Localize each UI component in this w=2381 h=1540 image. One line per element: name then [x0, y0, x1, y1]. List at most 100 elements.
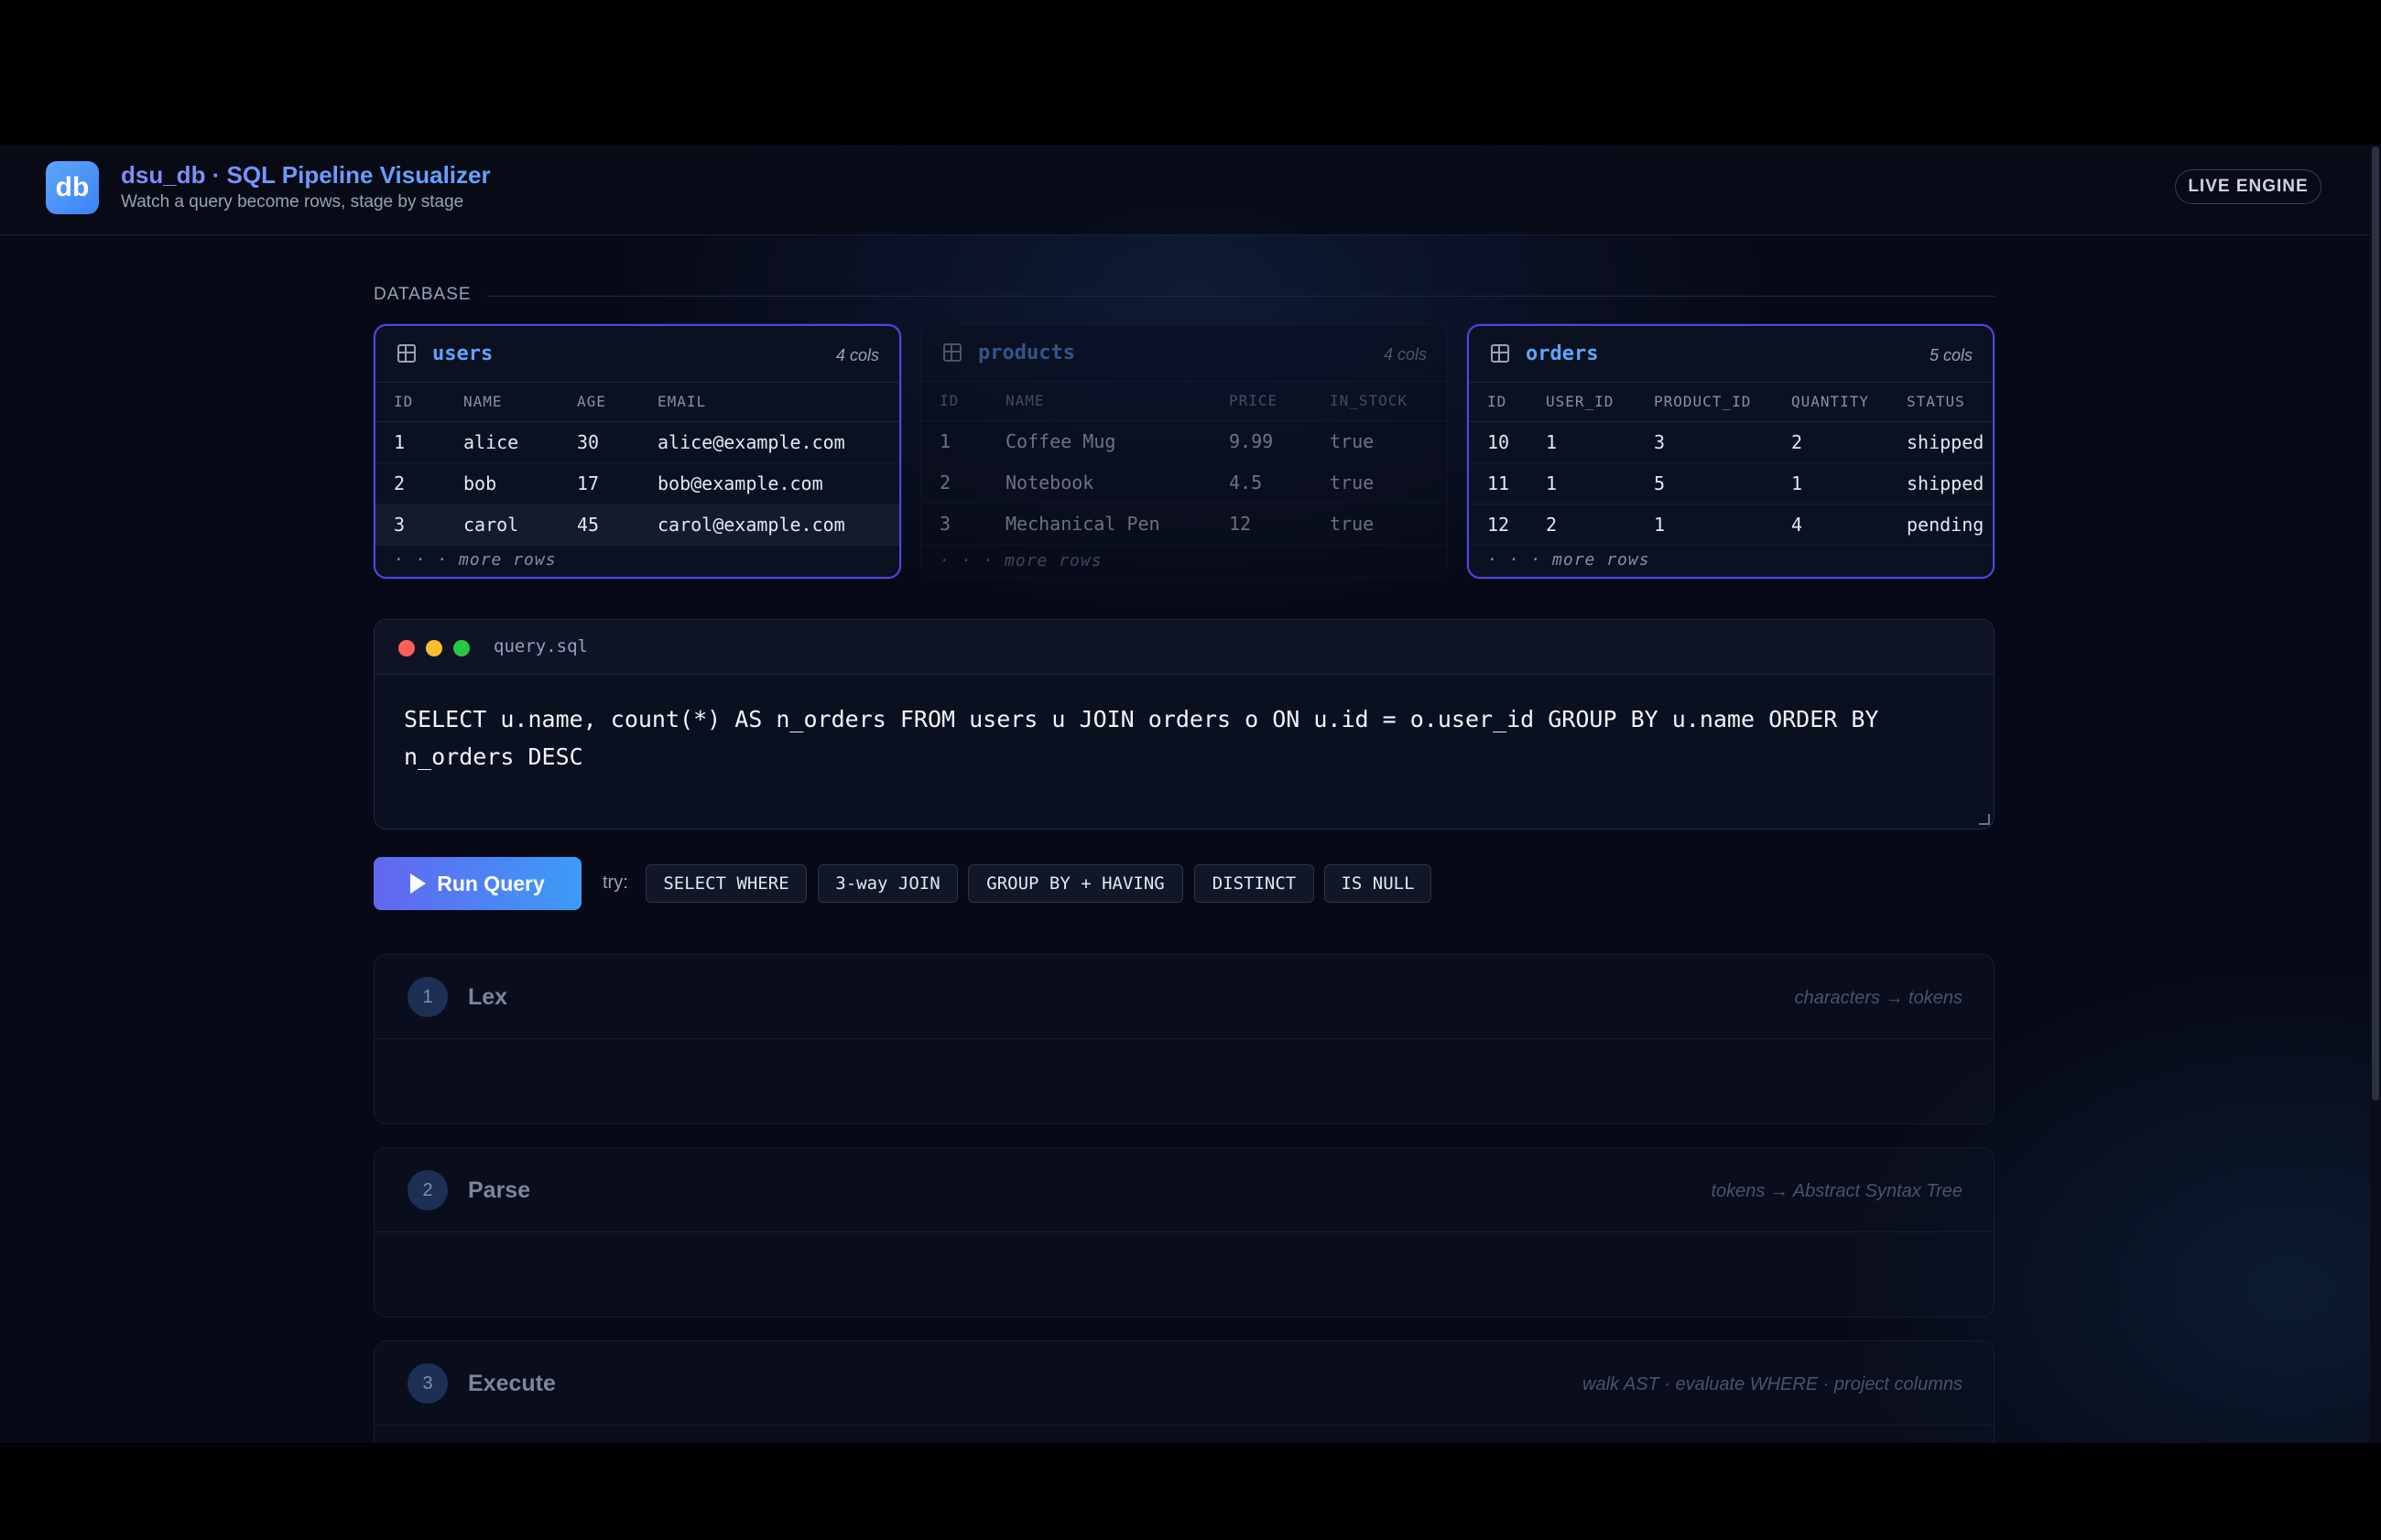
table-card-users[interactable]: users 4 cols ID NAME AGE EMAIL 1 alice 3… — [374, 324, 901, 579]
table-cell: 3 — [1636, 421, 1773, 463]
more-rows-label: · · · more rows — [394, 550, 557, 569]
table-cell: alice — [445, 421, 559, 463]
table-card-products[interactable]: products 4 cols ID NAME PRICE IN_STOCK 1… — [920, 324, 1448, 579]
window-minimize-dot — [426, 640, 442, 656]
table-row: 10 1 3 2 shipped — [1469, 421, 1993, 463]
table-cell: 3 — [921, 503, 987, 545]
table-cell: carol@example.com — [639, 504, 899, 546]
table-cell: 3 — [375, 504, 445, 546]
query-editor: query.sql SELECT u.name, count(*) AS n_o… — [374, 619, 1995, 830]
column-header: AGE — [559, 383, 639, 422]
column-header: IN_STOCK — [1311, 382, 1447, 421]
example-distinct[interactable]: DISTINCT — [1194, 864, 1314, 903]
play-icon — [410, 873, 427, 894]
table-column-count: 4 cols — [1383, 345, 1427, 363]
stage-header: 1 Lex characters → tokens — [375, 955, 1994, 1039]
table-cell: shipped — [1888, 462, 1993, 504]
table-grid-icon — [1491, 344, 1509, 363]
table-cell: 1 — [1528, 462, 1636, 504]
table-cell: 2 — [921, 461, 987, 504]
stage-parse: 2 Parse tokens → Abstract Syntax Tree — [374, 1147, 1995, 1318]
table-grid-icon — [397, 344, 416, 363]
table-cell: 10 — [1469, 421, 1528, 463]
table-cell: 1 — [1636, 504, 1773, 546]
app-subtitle: Watch a query become rows, stage by stag… — [121, 192, 464, 211]
example-select-where[interactable]: SELECT WHERE — [646, 864, 807, 903]
table-preview: ID NAME AGE EMAIL 1 alice 30 alice@examp… — [375, 383, 899, 546]
stage-number: 3 — [408, 1363, 448, 1404]
table-row: 1 Coffee Mug 9.99 true — [921, 420, 1447, 462]
table-row: 2 bob 17 bob@example.com — [375, 462, 899, 504]
table-cell: Coffee Mug — [987, 420, 1211, 462]
table-cell: 4.5 — [1211, 461, 1311, 504]
table-cell: alice@example.com — [639, 421, 899, 463]
window-maximize-dot — [453, 640, 470, 656]
table-cell: 2 — [1773, 421, 1888, 463]
table-cell: 17 — [559, 462, 639, 504]
example-group-by-having[interactable]: GROUP BY + HAVING — [968, 864, 1183, 903]
column-header: NAME — [987, 382, 1211, 421]
column-header: ID — [1469, 383, 1528, 422]
stage-number: 1 — [408, 977, 448, 1017]
table-cell: 1 — [1528, 421, 1636, 463]
live-engine-badge: LIVE ENGINE — [2175, 169, 2321, 204]
table-cell: 12 — [1211, 503, 1311, 545]
section-divider — [487, 296, 1995, 297]
column-header: QUANTITY — [1773, 383, 1888, 422]
table-cell: 12 — [1469, 504, 1528, 546]
run-query-button[interactable]: Run Query — [374, 857, 582, 910]
scrollbar-thumb[interactable] — [2372, 146, 2379, 1101]
resize-handle-icon[interactable] — [1979, 814, 1990, 825]
table-card-orders[interactable]: orders 5 cols ID USER_ID PRODUCT_ID QUAN… — [1467, 324, 1995, 579]
table-header-row: ID NAME PRICE IN_STOCK — [921, 382, 1447, 421]
vertical-scrollbar[interactable] — [2370, 145, 2381, 1443]
column-header: STATUS — [1888, 383, 1993, 422]
sql-query-input[interactable]: SELECT u.name, count(*) AS n_orders FROM… — [404, 700, 1961, 775]
column-header: EMAIL — [639, 383, 899, 422]
table-preview: ID NAME PRICE IN_STOCK 1 Coffee Mug 9.99… — [921, 382, 1447, 545]
table-card-header: orders 5 cols — [1469, 326, 1993, 383]
table-cell: Mechanical Pen — [987, 503, 1211, 545]
stage-description: tokens → Abstract Syntax Tree — [1711, 1181, 1962, 1201]
column-header: ID — [375, 383, 445, 422]
stage-header: 2 Parse tokens → Abstract Syntax Tree — [375, 1148, 1994, 1232]
editor-titlebar: query.sql — [375, 620, 1994, 675]
more-rows-label: · · · more rows — [940, 551, 1103, 570]
table-column-count: 5 cols — [1929, 346, 1973, 364]
stage-description: walk AST · evaluate WHERE · project colu… — [1582, 1374, 1962, 1394]
table-name: products — [978, 342, 1075, 364]
table-cell: 1 — [921, 420, 987, 462]
app-logo: db — [46, 161, 99, 214]
stage-description: characters → tokens — [1794, 988, 1962, 1008]
table-cell: true — [1311, 420, 1447, 462]
table-row: 12 2 1 4 pending — [1469, 504, 1993, 546]
table-cell: 5 — [1636, 462, 1773, 504]
stage-header: 3 Execute walk AST · evaluate WHERE · pr… — [375, 1341, 1994, 1426]
stage-title: Parse — [468, 1177, 531, 1203]
example-3-way-join[interactable]: 3-way JOIN — [818, 864, 958, 903]
table-row: 3 Mechanical Pen 12 true — [921, 503, 1447, 545]
table-cell: 4 — [1773, 504, 1888, 546]
database-section-label: DATABASE — [374, 285, 472, 304]
table-cell: bob — [445, 462, 559, 504]
table-row: 2 Notebook 4.5 true — [921, 461, 1447, 504]
column-header: PRICE — [1211, 382, 1311, 421]
stage-lex: 1 Lex characters → tokens — [374, 954, 1995, 1124]
table-row: 1 alice 30 alice@example.com — [375, 421, 899, 463]
column-header: PRODUCT_ID — [1636, 383, 1773, 422]
table-cell: 11 — [1469, 462, 1528, 504]
table-row: 3 carol 45 carol@example.com — [375, 504, 899, 546]
example-is-null[interactable]: IS NULL — [1324, 864, 1431, 903]
stage-title: Lex — [468, 984, 508, 1010]
table-cell: 1 — [375, 421, 445, 463]
more-rows-label: · · · more rows — [1487, 550, 1650, 569]
table-grid-icon — [943, 343, 962, 362]
app-header: db dsu_db · SQL Pipeline Visualizer Watc… — [0, 145, 2370, 235]
table-cell: 9.99 — [1211, 420, 1311, 462]
table-cell: pending — [1888, 504, 1993, 546]
table-cell: carol — [445, 504, 559, 546]
table-cell: true — [1311, 503, 1447, 545]
table-cell: 1 — [1773, 462, 1888, 504]
stage-number: 2 — [408, 1170, 448, 1210]
table-header-row: ID NAME AGE EMAIL — [375, 383, 899, 422]
